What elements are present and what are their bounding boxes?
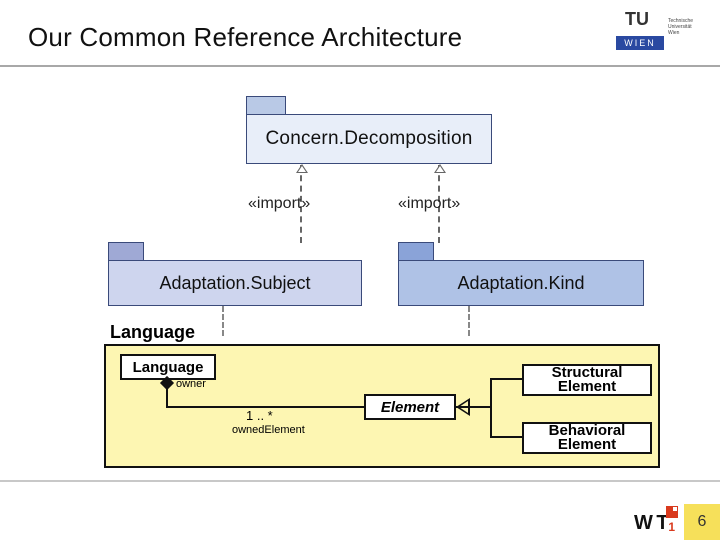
role-owned-element: ownedElement — [232, 424, 305, 436]
package-concern-decomposition: Concern.Decomposition — [246, 96, 492, 164]
package-name: Concern.Decomposition — [246, 114, 492, 164]
package-tab-icon — [108, 242, 144, 260]
class-behavioral-element: Behavioral Element — [522, 422, 652, 454]
multiplicity: 1 .. * — [246, 408, 273, 423]
tu-wien-logo: TU WIEN Technische Universität Wien — [616, 12, 696, 56]
generalization-line — [490, 436, 522, 438]
wit-logo-text: W T — [634, 512, 668, 535]
research-group-logo: W T 1 — [634, 506, 678, 536]
header-rule — [0, 65, 720, 67]
package-tab-icon — [246, 96, 286, 114]
package-adaptation-kind: Adaptation.Kind — [398, 242, 644, 306]
import-stereotype-label: «import» — [248, 195, 310, 213]
dependency-to-language — [468, 306, 470, 336]
class-structural-element: Structural Element — [522, 364, 652, 396]
open-arrowhead-icon — [434, 164, 446, 173]
package-name: Adaptation.Subject — [108, 260, 362, 306]
package-tab-icon — [398, 242, 434, 260]
language-panel-title: Language — [110, 322, 195, 343]
role-owner: owner — [176, 378, 206, 390]
tu-wien-logo-sidetext: Technische Universität Wien — [668, 18, 694, 36]
wit-logo-square-icon — [666, 506, 678, 518]
open-arrowhead-icon — [296, 164, 308, 173]
generalization-line — [490, 378, 522, 380]
package-name: Adaptation.Kind — [398, 260, 644, 306]
association-line — [166, 380, 168, 406]
import-stereotype-label: «import» — [398, 195, 460, 213]
language-metamodel-panel: Language Element Structural Element Beha… — [104, 344, 660, 468]
slide: Our Common Reference Architecture TU WIE… — [0, 0, 720, 540]
tu-wien-logo-bottom: WIEN — [616, 36, 664, 50]
dependency-to-language — [222, 306, 224, 336]
generalization-line — [490, 378, 492, 436]
generalization-line — [456, 406, 490, 408]
wit-logo-accent: 1 — [668, 520, 675, 534]
class-element: Element — [364, 394, 456, 420]
package-adaptation-subject: Adaptation.Subject — [108, 242, 362, 306]
footer-rule — [0, 480, 720, 482]
slide-title: Our Common Reference Architecture — [28, 22, 462, 53]
panel-anchor: Language Element Structural Element Beha… — [106, 346, 658, 466]
page-number: 6 — [684, 504, 720, 540]
